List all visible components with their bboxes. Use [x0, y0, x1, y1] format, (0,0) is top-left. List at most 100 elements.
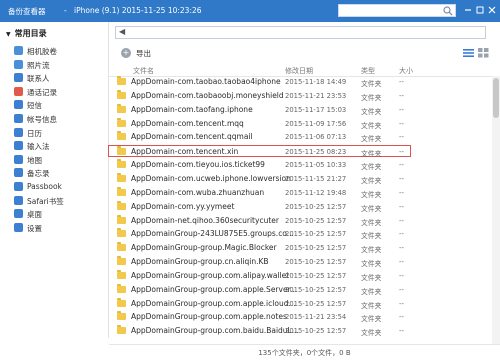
file-date: 2015-11-05 10:33: [285, 161, 347, 170]
file-row[interactable]: AppDomain-com.taobao.taobao4iphone 2015-1…: [109, 76, 500, 88]
file-row[interactable]: AppDomain-com.tencent.qqmail 2015-11-06 0…: [109, 131, 500, 143]
file-name: AppDomainGroup-group.cn.aliqin.KB: [131, 257, 269, 267]
list-view-icon[interactable]: [463, 48, 474, 58]
column-size[interactable]: 大小: [399, 66, 413, 76]
file-row[interactable]: AppDomain-com.tencent.mqq 2015-11-09 17:5…: [109, 117, 500, 130]
sidebar-item-label: 设置: [27, 223, 42, 233]
sidebar-item[interactable]: 地图: [14, 153, 104, 167]
file-size: --: [399, 258, 404, 267]
file-row[interactable]: AppDomainGroup-group.com.apple.Server...…: [109, 283, 500, 296]
sidebar-item[interactable]: Safari书签: [14, 194, 104, 208]
column-type[interactable]: 类型: [361, 66, 375, 76]
file-row[interactable]: AppDomainGroup-group.com.apple.notes 2015…: [109, 311, 500, 323]
sms-icon: [14, 100, 23, 110]
file-date: 2015-11-09 17:56: [285, 119, 347, 128]
file-type: 文件夹: [361, 163, 382, 172]
file-row[interactable]: AppDomainGroup-group.cn.aliqin.KB 2015-10…: [109, 256, 500, 268]
file-size: --: [399, 244, 404, 253]
file-row[interactable]: AppDomain-com.ucweb.iphone.lowversion 201…: [109, 172, 500, 185]
sidebar: ▼ 常用目录 相机胶卷照片流 联系人 通话记录 短信 帐号信息 日历 输入法地图 备忘录 Pass…: [0, 22, 109, 338]
caret-down-icon[interactable]: ▼: [6, 31, 11, 38]
grid-view-icon[interactable]: [478, 48, 489, 58]
minimize-icon[interactable]: [462, 4, 474, 16]
file-size: --: [399, 216, 404, 225]
file-row[interactable]: AppDomainGroup-group.com.baidu.BaiduL...…: [109, 325, 500, 337]
sidebar-header-label: 常用目录: [14, 29, 47, 38]
contacts-icon: [14, 73, 23, 83]
sidebar-header[interactable]: ▼ 常用目录: [6, 28, 47, 39]
maximize-icon[interactable]: [474, 4, 486, 16]
sidebar-item[interactable]: 桌面: [14, 207, 104, 221]
file-row[interactable]: AppDomain-com.wuba.zhuanzhuan 2015-11-12 …: [109, 186, 500, 199]
export-label: 导出: [136, 49, 151, 58]
sidebar-item[interactable]: 输入法: [14, 139, 104, 153]
file-row[interactable]: AppDomain-com.taobaoobj.moneyshield 2015-…: [109, 89, 500, 102]
file-name: AppDomainGroup-group.Magic.Blocker: [131, 243, 277, 253]
file-size: --: [399, 78, 404, 86]
close-icon[interactable]: [486, 4, 498, 16]
search-input[interactable]: [338, 4, 456, 17]
app-title: 备份查看器: [8, 7, 46, 16]
folder-icon: [117, 89, 126, 99]
file-date: 2015-11-12 19:48: [285, 188, 347, 197]
sidebar-item[interactable]: 通话记录: [14, 85, 104, 99]
file-type: 文件夹: [361, 246, 382, 255]
search-icon[interactable]: [443, 6, 453, 16]
file-type: 文件夹: [361, 232, 382, 241]
sidebar-item-label: 地图: [27, 155, 42, 165]
sidebar-item[interactable]: 短信: [14, 98, 104, 112]
file-row[interactable]: AppDomain-com.tieyou.ios.ticket99 2015-11…: [109, 159, 500, 171]
sidebar-item[interactable]: Passbook: [14, 180, 104, 194]
file-type: 文件夹: [361, 260, 382, 269]
sidebar-item[interactable]: 联系人: [14, 71, 104, 85]
back-arrow-icon[interactable]: ◀: [119, 27, 125, 36]
file-row[interactable]: AppDomainGroup-group.Magic.Blocker 2015-1…: [109, 242, 500, 254]
file-name: AppDomainGroup-group.com.apple.icloud...: [131, 298, 296, 308]
folder-icon: [117, 146, 126, 156]
file-type: 文件夹: [361, 150, 382, 159]
file-row[interactable]: AppDomain-net.qihoo.360securitycuter 2015…: [109, 214, 500, 227]
folder-icon: [117, 103, 126, 113]
file-type: 文件夹: [361, 121, 382, 130]
file-type: 文件夹: [361, 301, 382, 310]
column-name[interactable]: 文件名: [133, 66, 154, 76]
file-type: 文件夹: [361, 93, 382, 102]
file-row[interactable]: AppDomain-com.tencent.xin 2015-11-25 08:2…: [108, 145, 411, 159]
file-name: AppDomain-com.taofang.iphone: [131, 104, 253, 114]
passbook-icon: [14, 182, 23, 191]
sidebar-item-label: Passbook: [27, 182, 62, 191]
file-name: AppDomainGroup-group.com.baidu.BaiduL...: [131, 326, 299, 336]
file-type: 文件夹: [361, 218, 382, 227]
folder-icon: [117, 159, 126, 169]
keyboard-icon: [14, 141, 23, 151]
folder-icon: [117, 76, 126, 85]
file-row[interactable]: AppDomain-com.taofang.iphone 2015-11-17 1…: [109, 103, 500, 116]
file-type: 文件夹: [361, 107, 382, 116]
file-date: 2015-11-06 07:13: [285, 133, 347, 142]
file-size: --: [399, 188, 404, 197]
sidebar-item[interactable]: 设置: [14, 221, 104, 235]
file-size: --: [399, 119, 404, 128]
path-bar[interactable]: ◀: [115, 26, 486, 39]
file-row[interactable]: AppDomain-com.yy.yymeet 2015-10-25 12:57 文…: [109, 200, 500, 213]
file-name: AppDomainGroup-243LU875E5.groups.co...: [131, 229, 294, 239]
sidebar-item[interactable]: 日历: [14, 126, 104, 140]
sidebar-item[interactable]: 照片流: [14, 58, 104, 72]
scrollbar-thumb[interactable]: [493, 78, 499, 118]
file-type: 文件夹: [361, 190, 382, 199]
sidebar-item[interactable]: 帐号信息: [14, 112, 104, 126]
sidebar-item-label: 照片流: [27, 60, 50, 70]
map-icon: [14, 154, 23, 164]
column-date[interactable]: 修改日期: [285, 66, 313, 76]
sidebar-item[interactable]: 备忘录: [14, 166, 104, 180]
sidebar-item[interactable]: 相机胶卷: [14, 44, 104, 58]
photo-stream-icon: [14, 59, 23, 69]
file-row[interactable]: AppDomainGroup-group.com.alipay.wallet 20…: [109, 269, 500, 282]
file-row[interactable]: AppDomainGroup-group.com.apple.icloud...…: [109, 297, 500, 310]
file-row[interactable]: AppDomainGroup-243LU875E5.groups.co... 20…: [109, 228, 500, 240]
file-type: 文件夹: [361, 204, 382, 213]
calendar-icon: [14, 127, 23, 137]
file-date: 2015-11-15 21:27: [285, 174, 347, 183]
file-date: 2015-10-25 12:57: [285, 271, 347, 280]
scrollbar[interactable]: [492, 76, 500, 344]
